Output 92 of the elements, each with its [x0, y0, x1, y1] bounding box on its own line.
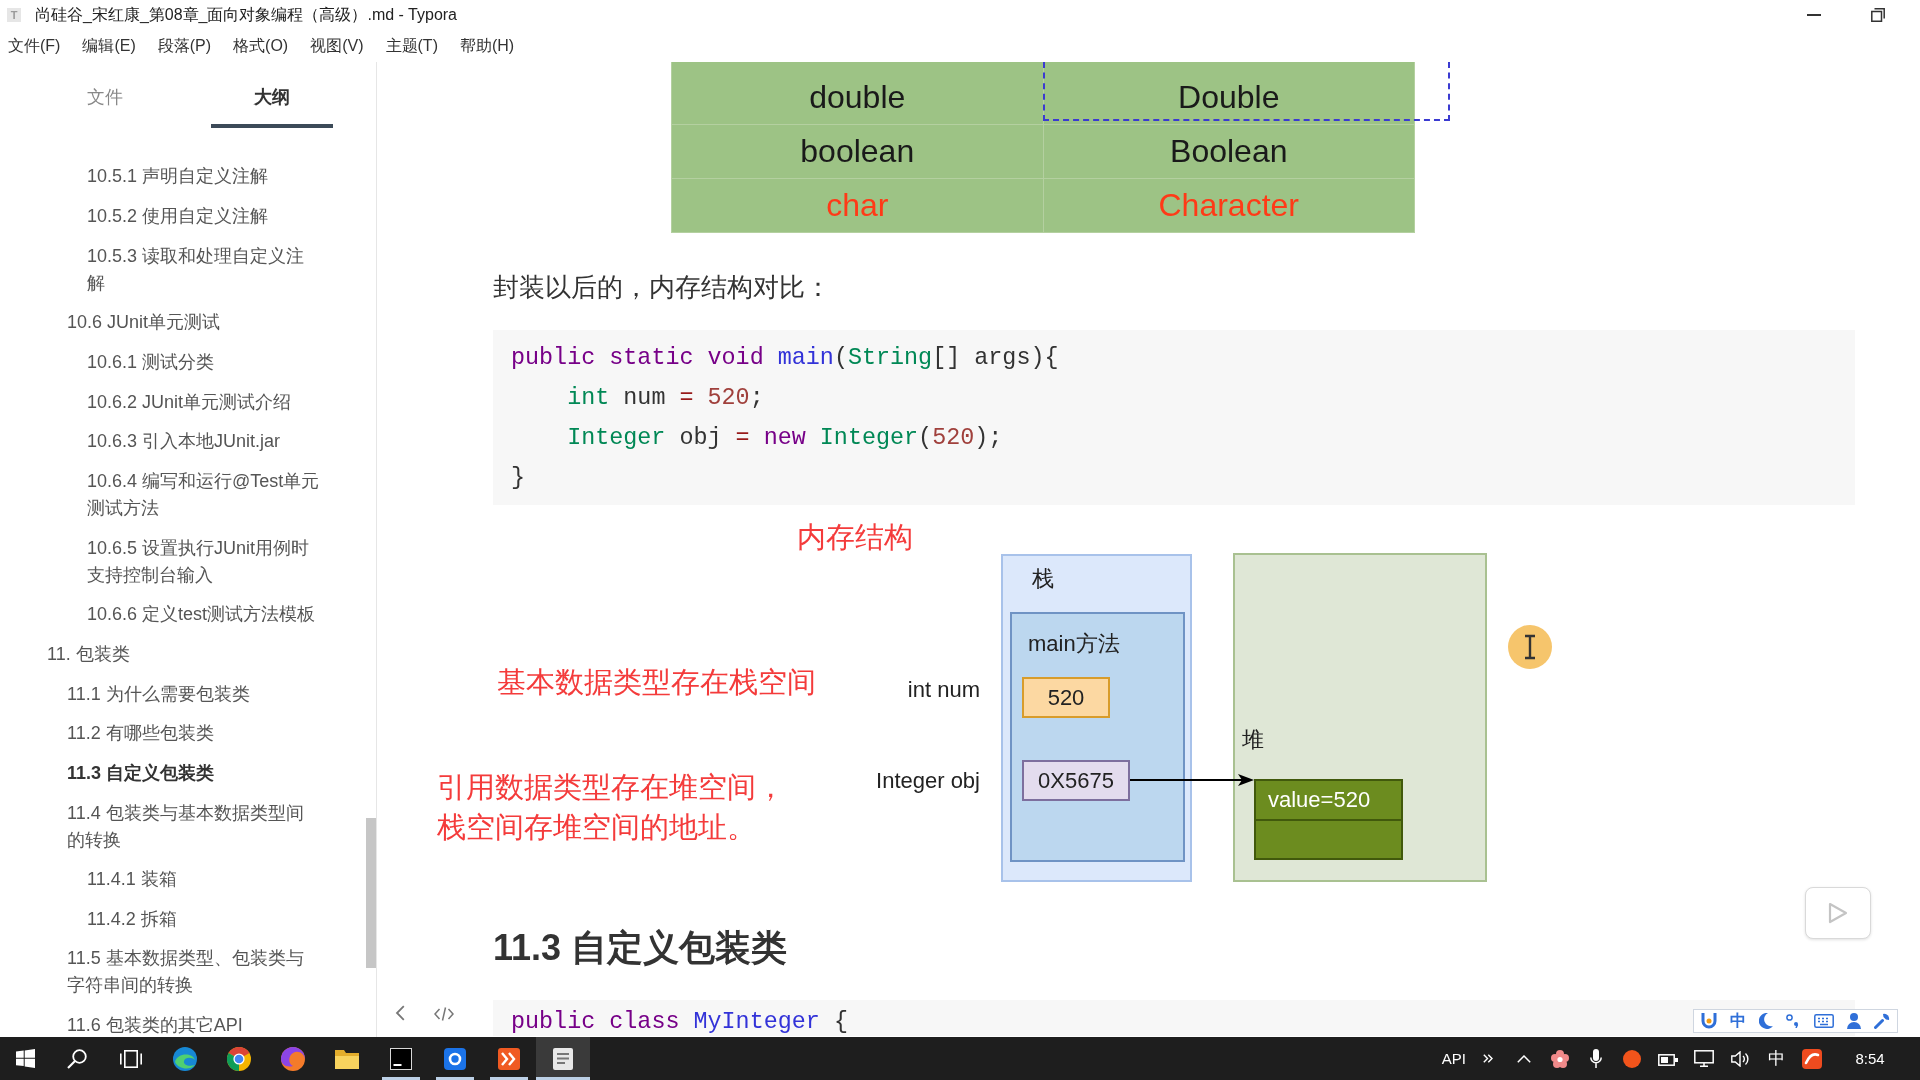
- section-heading: 11.3 自定义包装类: [493, 926, 789, 970]
- horseshoe-icon[interactable]: [1700, 1012, 1717, 1030]
- chevron-up-icon[interactable]: [1517, 1054, 1531, 1063]
- table-cell: Boolean: [1043, 124, 1415, 179]
- outline-item[interactable]: 11.4.1 装箱: [0, 859, 364, 900]
- document-icon: [553, 1047, 573, 1070]
- outline-item[interactable]: 11.4.2 拆箱: [0, 899, 364, 940]
- moon-icon[interactable]: [1759, 1013, 1774, 1029]
- taskbar-button[interactable]: [536, 1037, 590, 1080]
- variable-label: int num: [907, 677, 980, 703]
- battery-icon[interactable]: [1658, 1051, 1678, 1066]
- folder-icon: [335, 1048, 359, 1069]
- code-line: Integer obj = new Integer(520);: [566, 424, 1003, 453]
- input-mode-toggle[interactable]: 中: [1729, 1012, 1746, 1030]
- menu-item[interactable]: 主题(T): [385, 35, 438, 57]
- input-mode-label[interactable]: 中: [1767, 1047, 1785, 1070]
- diagram-title: 内存结构: [797, 520, 913, 554]
- outline-item[interactable]: 10.6.5 设置执行JUnit用例时支持控制台输入: [0, 528, 364, 595]
- outline-item[interactable]: 11. 包装类: [0, 634, 364, 675]
- table-cell: double: [671, 62, 1043, 125]
- variable-label: Integer obj: [876, 768, 980, 794]
- table-cell: Character: [1043, 178, 1415, 233]
- outline-item[interactable]: 11.5 基本数据类型、包装类与字符串间的转换: [0, 939, 364, 1006]
- scrollbar-thumb[interactable]: [366, 818, 376, 968]
- tray-label[interactable]: API: [1441, 1050, 1466, 1067]
- chevrons-tile-icon: [498, 1047, 520, 1070]
- segmented-circle-icon: [227, 1046, 251, 1071]
- person-icon[interactable]: [1847, 1013, 1862, 1029]
- outline-item[interactable]: 10.6.1 测试分类: [0, 342, 364, 383]
- four-squares-icon: [15, 1049, 35, 1068]
- annotation-text: 基本数据类型存在栈空间: [497, 665, 816, 700]
- dark-square-icon: [390, 1047, 412, 1070]
- outline-item[interactable]: 10.5.3 读取和处理自定义注解: [0, 236, 364, 303]
- outline-item[interactable]: 10.6.3 引入本地JUnit.jar: [0, 421, 364, 462]
- minimize-icon: [1807, 14, 1821, 16]
- window-title: 尚硅谷_宋红康_第08章_面向对象编程（高级）.md - Typora: [35, 4, 457, 25]
- outline-item[interactable]: 10.5.1 声明自定义注解: [0, 157, 364, 197]
- clock[interactable]: 8:54: [1830, 1050, 1910, 1067]
- swoosh-tile-icon[interactable]: [1802, 1048, 1822, 1069]
- speaker-icon[interactable]: [1731, 1050, 1749, 1067]
- menu-item[interactable]: 编辑(E): [82, 35, 136, 57]
- heap-object: value=520: [1254, 779, 1403, 860]
- chevron-left-icon[interactable]: [395, 1005, 405, 1021]
- app-icon: T: [7, 8, 21, 22]
- paragraph: 封装以后的，内存结构对比：: [493, 271, 832, 304]
- heap-label: 堆: [1242, 727, 1264, 753]
- code-line: }: [511, 464, 526, 493]
- microphone-icon[interactable]: [1590, 1049, 1602, 1068]
- menu-item[interactable]: 段落(P): [157, 35, 212, 57]
- play-icon: [1828, 902, 1848, 924]
- code-icon[interactable]: [434, 1007, 454, 1021]
- code-line: int num = 520;: [566, 384, 764, 413]
- sidebar-tab[interactable]: 大纲: [211, 62, 333, 128]
- restore-icon: [1871, 8, 1885, 22]
- value-box: 520: [1022, 677, 1110, 718]
- value-box: 0X5675: [1022, 760, 1130, 801]
- code-line: public class MyInteger {: [511, 1008, 848, 1036]
- punctuation-icon[interactable]: [1786, 1014, 1801, 1028]
- annotation-text: 引用数据类型存在堆空间， 栈空间存堆空间的地址。: [437, 770, 785, 845]
- menu-item[interactable]: 帮助(H): [459, 35, 515, 57]
- menu-item[interactable]: 文件(F): [8, 35, 61, 57]
- frame-label: main方法: [1028, 631, 1120, 657]
- outline-item[interactable]: 11.6 包装类的其它API: [0, 1005, 364, 1037]
- task-view-icon: [120, 1049, 142, 1068]
- double-chevron-icon[interactable]: [1483, 1054, 1493, 1063]
- wave-circle-icon: [173, 1046, 197, 1071]
- sidebar-tab[interactable]: 文件: [44, 62, 166, 128]
- orb-icon[interactable]: [1623, 1049, 1641, 1068]
- outline-item[interactable]: 10.6.2 JUnit单元测试介绍: [0, 382, 364, 422]
- table-cell: boolean: [671, 124, 1043, 179]
- search-icon: [67, 1048, 87, 1069]
- code-line: public static void main(String[] args){: [511, 344, 1059, 373]
- ball-icon: [281, 1046, 305, 1071]
- flower-icon[interactable]: [1551, 1049, 1569, 1068]
- ring-tile-icon: [444, 1047, 466, 1070]
- text-cursor-icon: [1508, 625, 1552, 669]
- outline-item[interactable]: 10.5.2 使用自定义注解: [0, 196, 364, 237]
- outline-item[interactable]: 11.1 为什么需要包装类: [0, 674, 364, 714]
- outline-item[interactable]: 10.6.4 编写和运行@Test单元测试方法: [0, 461, 364, 529]
- menu-item[interactable]: 格式(O): [233, 35, 289, 57]
- stack-label: 栈: [1032, 566, 1054, 592]
- outline-item[interactable]: 11.3 自定义包装类: [0, 753, 364, 794]
- keyboard-icon[interactable]: [1813, 1014, 1834, 1028]
- menu-item[interactable]: 视图(V): [310, 35, 364, 57]
- outline-item[interactable]: 11.4 包装类与基本数据类型间的转换: [0, 793, 364, 860]
- table-cell: Double: [1043, 62, 1415, 125]
- outline-item[interactable]: 10.6.6 定义test测试方法模板: [0, 594, 364, 635]
- monitor-icon[interactable]: [1694, 1050, 1714, 1067]
- outline-item[interactable]: 10.6 JUnit单元测试: [0, 302, 364, 343]
- wrench-icon[interactable]: [1874, 1013, 1891, 1029]
- outline-item[interactable]: 11.2 有哪些包装类: [0, 713, 364, 754]
- table-cell: char: [671, 178, 1043, 233]
